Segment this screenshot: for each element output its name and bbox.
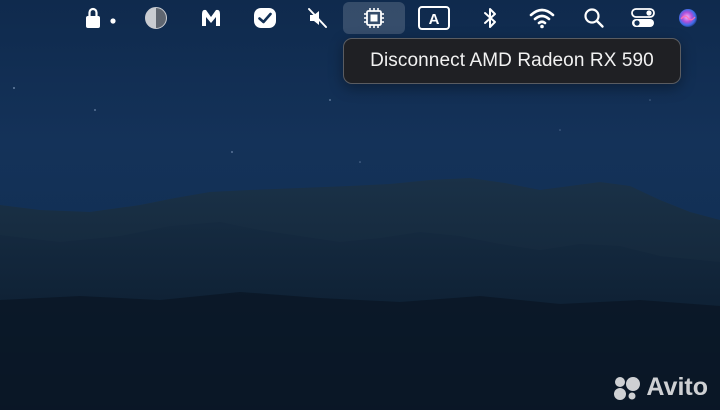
watermark-text: Avito	[646, 373, 708, 401]
control-center-icon[interactable]	[625, 2, 661, 34]
search-icon[interactable]	[576, 2, 612, 34]
lock-status-icon[interactable]	[80, 2, 122, 34]
mute-icon[interactable]	[300, 2, 336, 34]
menu-bar: A	[0, 0, 720, 36]
malwarebytes-icon[interactable]	[193, 2, 229, 34]
wifi-icon[interactable]	[524, 2, 560, 34]
avito-logo-icon	[614, 376, 641, 400]
input-source-letter: A	[429, 11, 440, 28]
avito-watermark: Avito	[612, 373, 708, 402]
bluetooth-icon[interactable]	[472, 2, 508, 34]
tooltip-text: Disconnect AMD Radeon RX 590	[370, 50, 654, 71]
input-source-icon[interactable]: A	[416, 2, 452, 34]
gpu-tooltip: Disconnect AMD Radeon RX 590	[343, 38, 681, 84]
contrast-icon[interactable]	[138, 2, 174, 34]
siri-icon[interactable]	[670, 2, 706, 34]
check-shield-icon[interactable]	[247, 2, 283, 34]
gpu-chip-icon[interactable]	[343, 2, 405, 34]
